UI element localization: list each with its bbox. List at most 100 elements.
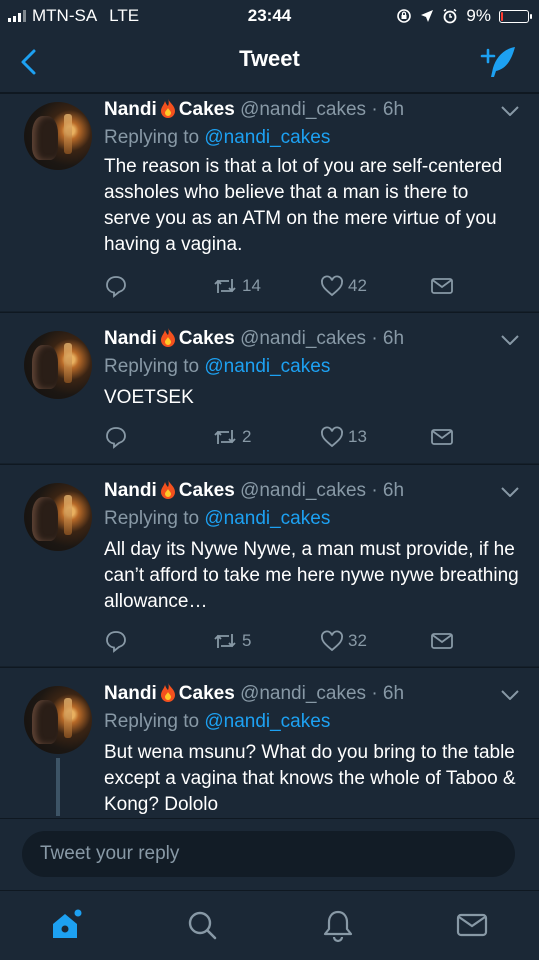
navigation-bar: Tweet [0, 32, 539, 93]
search-icon[interactable] [184, 907, 220, 943]
like-button[interactable]: 13 [320, 425, 367, 449]
chevron-down-icon[interactable] [501, 106, 519, 116]
display-name-suffix[interactable]: Cakes [179, 480, 235, 501]
chevron-down-icon[interactable] [501, 335, 519, 345]
replying-to-label: Replying to [104, 356, 200, 377]
display-name-suffix[interactable]: Cakes [179, 328, 235, 349]
like-button[interactable]: 42 [320, 274, 367, 298]
reply-button[interactable] [104, 274, 128, 298]
thread-connector [56, 758, 60, 816]
display-name[interactable]: Nandi [104, 683, 157, 704]
battery-icon [499, 9, 532, 23]
display-name-suffix[interactable]: Cakes [179, 99, 235, 120]
tweet-time: · 6h [371, 480, 405, 501]
replying-to-label: Replying to [104, 127, 200, 148]
heart-icon [321, 426, 343, 448]
tweet-card[interactable]: Nandi Cakes @nandi_cakes · 6h Replying to… [0, 312, 539, 463]
status-bar: MTN-SA LTE 23:44 9% [0, 0, 539, 32]
tweet-actions: 5 32 [104, 629, 524, 655]
fire-emoji-icon [160, 683, 175, 702]
tweet-text: VOETSEK [104, 387, 194, 408]
like-count: 42 [348, 276, 367, 295]
replying-to-label: Replying to [104, 508, 200, 529]
avatar[interactable] [24, 102, 92, 170]
tab-bar [0, 890, 539, 960]
tweet-header: Nandi Cakes @nandi_cakes · 6h [104, 479, 404, 502]
tweet-text: But wena msunu? What do you bring to the… [104, 742, 516, 815]
replying-to-line: Replying to @nandi_cakes [104, 356, 330, 378]
reply-button[interactable] [104, 629, 128, 653]
tweet-actions: 14 42 [104, 274, 524, 300]
battery-percent: 9% [466, 6, 491, 25]
direct-message-button[interactable] [430, 274, 454, 298]
reply-bar [0, 818, 539, 890]
retweet-icon [214, 279, 236, 293]
heart-icon [321, 275, 343, 297]
display-name[interactable]: Nandi [104, 328, 157, 349]
retweet-count: 2 [242, 427, 252, 446]
reply-bubble-icon [106, 427, 126, 449]
display-name[interactable]: Nandi [104, 480, 157, 501]
notifications-bell-icon[interactable] [320, 907, 356, 943]
retweet-button[interactable]: 5 [212, 629, 251, 653]
tweet-text: The reason is that a lot of you are self… [104, 156, 503, 255]
direct-message-button[interactable] [430, 425, 454, 449]
replying-to-line: Replying to @nandi_cakes [104, 127, 330, 149]
status-right: 9% [396, 6, 532, 26]
fire-emoji-icon [160, 99, 175, 118]
user-handle[interactable]: @nandi_cakes [240, 328, 366, 349]
home-icon[interactable] [49, 907, 85, 943]
mention-link[interactable]: @nandi_cakes [204, 508, 330, 529]
retweet-count: 14 [242, 276, 261, 295]
tweet-text: All day its Nywe Nywe, a man must provid… [104, 539, 519, 612]
retweet-button[interactable]: 2 [212, 425, 251, 449]
heart-icon [321, 630, 343, 652]
direct-message-button[interactable] [430, 629, 454, 653]
replying-to-label: Replying to [104, 711, 200, 732]
retweet-icon [214, 634, 236, 648]
battery-fill [501, 11, 503, 21]
compose-quill-icon[interactable] [479, 44, 519, 80]
avatar[interactable] [24, 483, 92, 551]
replying-to-line: Replying to @nandi_cakes [104, 508, 330, 530]
tweet-header: Nandi Cakes @nandi_cakes · 6h [104, 682, 404, 705]
tweet-time: · 6h [371, 683, 405, 704]
like-count: 32 [348, 631, 367, 650]
mention-link[interactable]: @nandi_cakes [204, 127, 330, 148]
tweet-header: Nandi Cakes @nandi_cakes · 6h [104, 98, 404, 121]
tweet-time: · 6h [371, 99, 405, 120]
retweet-icon [214, 430, 236, 444]
chevron-down-icon[interactable] [501, 690, 519, 700]
user-handle[interactable]: @nandi_cakes [240, 99, 366, 120]
tweet-card[interactable]: Nandi Cakes @nandi_cakes · 6h Replying to… [0, 93, 539, 311]
tweet-card[interactable]: Nandi Cakes @nandi_cakes · 6h Replying to… [0, 667, 539, 818]
replying-to-line: Replying to @nandi_cakes [104, 711, 330, 733]
avatar[interactable] [24, 686, 92, 754]
reply-button[interactable] [104, 425, 128, 449]
user-handle[interactable]: @nandi_cakes [240, 683, 366, 704]
messages-envelope-icon[interactable] [454, 907, 490, 943]
reply-bubble-icon [106, 631, 126, 653]
reply-bubble-icon [106, 276, 126, 298]
orientation-lock-icon [397, 9, 412, 23]
retweet-count: 5 [242, 631, 252, 650]
tweet-header: Nandi Cakes @nandi_cakes · 6h [104, 327, 404, 350]
user-handle[interactable]: @nandi_cakes [240, 480, 366, 501]
location-arrow-icon [421, 10, 434, 22]
retweet-button[interactable]: 14 [212, 274, 261, 298]
tweet-reply-input[interactable] [22, 831, 515, 877]
page-title: Tweet [239, 46, 300, 71]
fire-emoji-icon [160, 328, 175, 347]
envelope-icon [431, 278, 453, 294]
mention-link[interactable]: @nandi_cakes [204, 711, 330, 732]
display-name-suffix[interactable]: Cakes [179, 683, 235, 704]
tweet-actions: 2 13 [104, 425, 524, 451]
envelope-icon [431, 429, 453, 445]
tweet-card[interactable]: Nandi Cakes @nandi_cakes · 6h Replying to… [0, 464, 539, 666]
chevron-down-icon[interactable] [501, 487, 519, 497]
display-name[interactable]: Nandi [104, 99, 157, 120]
mention-link[interactable]: @nandi_cakes [204, 356, 330, 377]
envelope-icon [431, 633, 453, 649]
avatar[interactable] [24, 331, 92, 399]
like-button[interactable]: 32 [320, 629, 367, 653]
